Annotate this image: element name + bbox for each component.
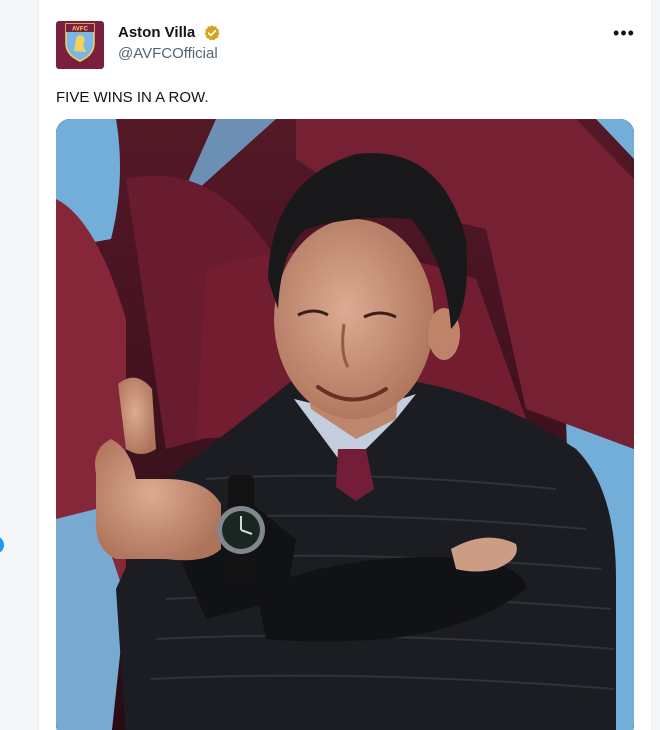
tweet-text: FIVE WINS IN A ROW. [56, 89, 209, 106]
club-crest-icon: AVFC [65, 23, 95, 62]
scroll-indicator[interactable] [0, 536, 4, 554]
verified-badge-icon [204, 25, 220, 41]
photo-illustration [56, 119, 634, 730]
more-options-button[interactable]: ••• [609, 22, 639, 44]
more-horizontal-icon: ••• [613, 23, 635, 43]
account-name[interactable]: Aston Villa [118, 24, 195, 41]
tweet-photo[interactable] [56, 119, 634, 730]
svg-text:AVFC: AVFC [72, 27, 89, 33]
tweet-card[interactable]: AVFC Aston Villa @AVFCOfficial ••• FIVE … [38, 0, 652, 730]
account-handle[interactable]: @AVFCOfficial [118, 45, 218, 62]
avatar[interactable]: AVFC [56, 21, 104, 69]
